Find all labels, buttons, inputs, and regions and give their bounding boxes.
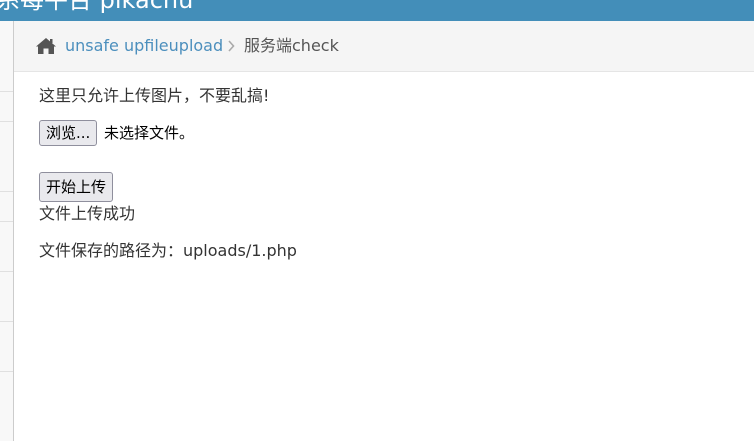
chevron-right-icon [226,38,236,54]
breadcrumb-link-upfileupload[interactable]: unsafe upfileupload [65,36,223,56]
upload-button[interactable]: 开始上传 [39,172,114,202]
sidebar-divider [0,191,13,192]
sidebar-divider [0,271,13,272]
breadcrumb-current: 服务端check [244,36,339,55]
breadcrumb: unsafe upfileupload 服务端check [14,21,754,72]
sidebar-divider [0,321,13,322]
upload-path-message: 文件保存的路径为：uploads/1.php [39,241,297,260]
upload-notice: 这里只允许上传图片，不要乱搞! [39,86,270,105]
file-status-label: 未选择文件。 [104,124,195,142]
sidebar-divider [0,121,13,122]
sidebar-divider [0,91,13,92]
home-icon[interactable] [35,37,57,55]
sidebar-divider [0,221,13,222]
app-title: 系每平台 pikachu [0,0,194,14]
browse-button[interactable]: 浏览... [39,120,98,146]
top-navbar: 系每平台 pikachu [0,0,754,21]
sidebar-divider [0,371,13,372]
sidebar [0,21,14,441]
upload-success-message: 文件上传成功 [39,204,136,223]
